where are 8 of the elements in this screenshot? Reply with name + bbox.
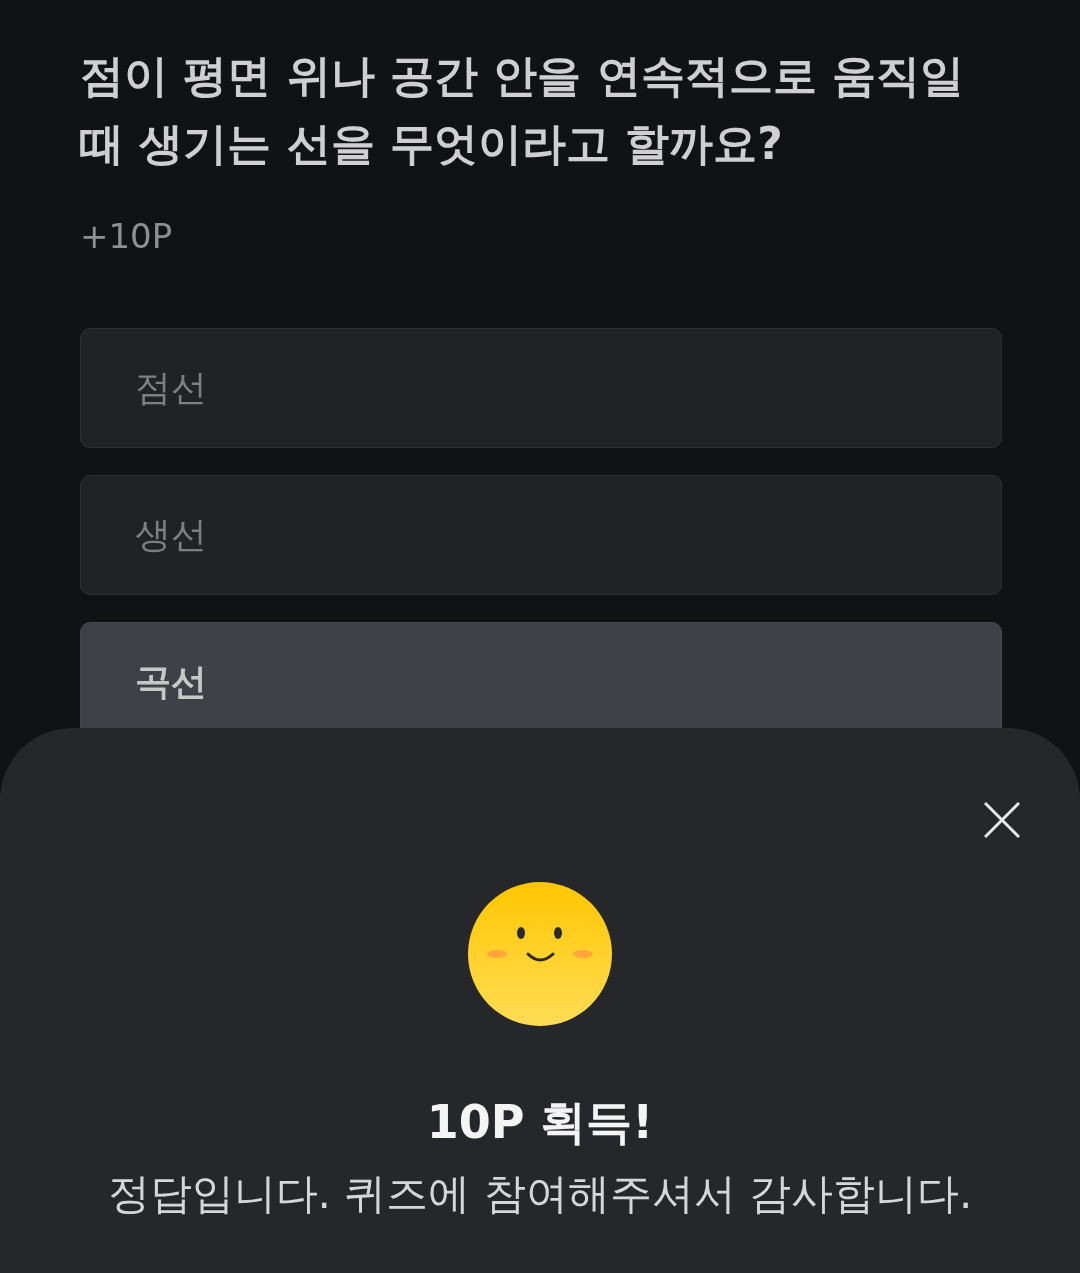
- result-message: 정답입니다. 퀴즈에 참여해주셔서 감사합니다.: [107, 1168, 973, 1220]
- reward-title: 10P 획득!: [426, 1094, 654, 1151]
- smiley-icon: [468, 882, 612, 1026]
- question-text: 점이 평면 위나 공간 안을 연속적으로 움직일 때 생기는 선을 무엇이라고 할까요?: [80, 49, 965, 171]
- answer-option[interactable]: 점선: [80, 328, 1002, 448]
- answer-option[interactable]: 생선: [80, 475, 1002, 595]
- close-icon[interactable]: [984, 802, 1020, 838]
- points-label: +10P: [80, 216, 174, 256]
